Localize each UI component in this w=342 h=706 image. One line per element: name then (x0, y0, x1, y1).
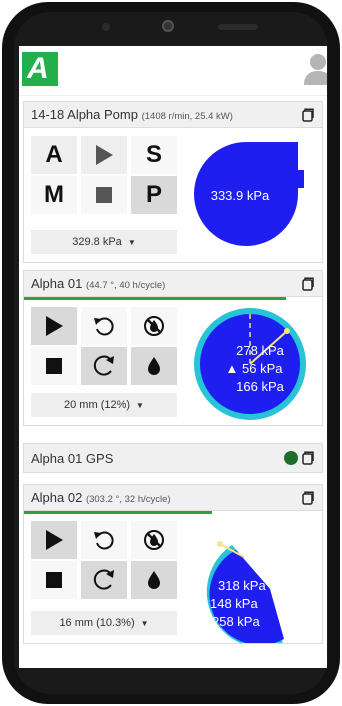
user-avatar-icon[interactable] (303, 52, 327, 86)
play-button[interactable] (31, 521, 77, 559)
top-bar: A (19, 46, 327, 96)
rotate-cw-icon (93, 355, 114, 376)
forward-rotation-button[interactable] (81, 347, 127, 385)
copy-icon[interactable] (302, 277, 314, 291)
speaker-grille (218, 24, 258, 30)
pump-card: 14-18 Alpha Pomp (1408 r/min, 25.4 kW) A… (23, 101, 323, 263)
alpha01-gps-title: Alpha 01 GPS (31, 451, 114, 466)
water-drop-icon (148, 357, 160, 375)
play-icon (46, 316, 63, 336)
alpha02-card-header[interactable]: Alpha 02 (303.2 °, 32 h/cycle) (24, 485, 322, 511)
alpha01-gps-header[interactable]: Alpha 01 GPS (24, 444, 322, 472)
alpha01-reading-1: 278 kPa (236, 343, 284, 358)
water-drop-icon (148, 571, 160, 589)
copy-icon[interactable] (302, 108, 314, 122)
water-off-button[interactable] (131, 307, 177, 345)
pump-card-title: 14-18 Alpha Pomp (1408 r/min, 25.4 kW) (31, 107, 233, 122)
alpha01-arm-tip (284, 328, 290, 334)
stop-button[interactable] (31, 561, 77, 599)
alpha01-card-title: Alpha 01 (44.7 °, 40 h/cycle) (31, 276, 165, 291)
alpha01-card-header[interactable]: Alpha 01 (44.7 °, 40 h/cycle) (24, 271, 322, 297)
pump-pressure-select[interactable]: 329.8 kPa ▼ (31, 230, 177, 254)
app-screen: A 14-18 Alpha Pomp (1408 r/min, 25.4 kW) (19, 46, 327, 668)
alpha01-subtitle: (44.7 °, 40 h/cycle) (85, 280, 166, 291)
app-logo[interactable]: A (22, 52, 58, 86)
sensor-dot (102, 23, 110, 31)
alpha01-title: Alpha 01 (31, 276, 83, 291)
chevron-down-icon: ▼ (136, 400, 144, 410)
pump-pressure-value: 333.9 kPa (211, 188, 270, 203)
alpha01-progress-bar (24, 297, 287, 300)
water-button[interactable] (131, 347, 177, 385)
play-button[interactable] (31, 307, 77, 345)
alpha02-pivot-gauge: 318 kPa 148 kPa 258 kPa (206, 541, 284, 643)
s-mode-button[interactable]: S (131, 136, 177, 174)
alpha02-reading-3: 258 kPa (212, 614, 260, 629)
alpha02-card: Alpha 02 (303.2 °, 32 h/cycle) 16 mm (10… (23, 484, 323, 644)
chevron-down-icon: ▼ (140, 618, 149, 628)
play-icon (96, 145, 113, 165)
alpha02-arm-tip (217, 541, 223, 547)
auto-mode-button[interactable]: A (31, 136, 77, 174)
p-mode-button[interactable]: P (131, 176, 177, 214)
pump-card-header[interactable]: 14-18 Alpha Pomp (1408 r/min, 25.4 kW) (24, 102, 322, 128)
alpha02-card-title: Alpha 02 (303.2 °, 32 h/cycle) (31, 490, 171, 505)
alpha02-depth-select[interactable]: 16 mm (10.3%) ▼ (31, 611, 177, 635)
alpha02-reading-2: 148 kPa (210, 596, 258, 611)
m-letter: M (44, 181, 64, 208)
auto-letter: A (45, 141, 63, 168)
phone-frame: A 14-18 Alpha Pomp (1408 r/min, 25.4 kW) (2, 2, 340, 704)
rotate-cw-icon (93, 569, 114, 590)
pump-pressure-gauge: 333.9 kPa (194, 142, 304, 246)
chevron-down-icon: ▼ (127, 237, 136, 247)
stop-icon (46, 358, 62, 374)
alpha01-gps-card: Alpha 01 GPS (23, 443, 323, 473)
front-camera (162, 20, 174, 32)
alpha02-progress-bar (24, 511, 212, 514)
alpha02-reading-1: 318 kPa (218, 578, 266, 593)
alpha01-depth-select[interactable]: 20 mm (12%) ▼ (31, 393, 177, 417)
stop-icon (96, 187, 112, 203)
play-button[interactable] (81, 136, 127, 174)
alpha02-subtitle: (303.2 °, 32 h/cycle) (85, 494, 171, 505)
rotate-ccw-icon (94, 531, 114, 550)
alpha02-title: Alpha 02 (31, 490, 83, 505)
forward-rotation-button[interactable] (81, 561, 127, 599)
gps-status-dot (284, 451, 298, 465)
copy-icon[interactable] (302, 451, 314, 465)
stop-button[interactable] (31, 347, 77, 385)
alpha01-card: Alpha 01 (44.7 °, 40 h/cycle) 20 mm (12%… (23, 270, 323, 426)
alpha01-reading-2: ▲ 56 kPa (226, 361, 284, 376)
alpha02-depth-select-value: 16 mm (10.3%) (59, 617, 135, 629)
rotate-ccw-icon (94, 317, 114, 336)
copy-icon[interactable] (302, 491, 314, 505)
p-letter: P (145, 181, 162, 208)
pump-title: 14-18 Alpha Pomp (31, 107, 138, 122)
play-icon (46, 530, 63, 550)
reverse-rotation-button[interactable] (81, 307, 127, 345)
water-off-icon (144, 530, 164, 550)
stop-icon (46, 572, 62, 588)
alpha01-pivot-gauge: 278 kPa ▲ 56 kPa 166 kPa (194, 308, 306, 420)
manual-mode-button[interactable]: M (31, 176, 77, 214)
s-letter: S (145, 141, 162, 168)
water-off-button[interactable] (131, 521, 177, 559)
stop-button[interactable] (81, 176, 127, 214)
pump-pressure-select-value: 329.8 kPa (72, 236, 122, 248)
alpha01-reading-3: 166 kPa (236, 379, 284, 394)
water-off-icon (144, 316, 164, 336)
pump-subtitle: (1408 r/min, 25.4 kW) (141, 111, 233, 122)
alpha01-depth-select-value: 20 mm (12%) (64, 399, 131, 411)
reverse-rotation-button[interactable] (81, 521, 127, 559)
logo-letter: A (27, 52, 49, 85)
water-button[interactable] (131, 561, 177, 599)
